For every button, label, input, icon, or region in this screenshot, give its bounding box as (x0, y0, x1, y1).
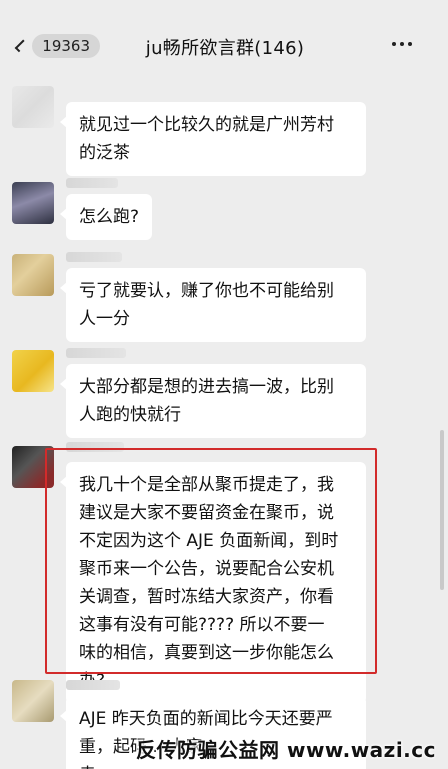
watermark: 反传防骗公益网 www.wazi.cc (136, 738, 436, 762)
avatar[interactable] (12, 350, 54, 392)
message-bubble[interactable]: 就见过一个比较久的就是广州芳村 的泛茶 (60, 102, 366, 176)
avatar[interactable] (12, 182, 54, 224)
chat-title: ju畅所欲言群(146) (145, 38, 305, 59)
avatar[interactable] (12, 254, 54, 296)
message-bubble[interactable]: 亏了就要认，赚了你也不可能给别 人一分 (60, 268, 366, 342)
chat-header: 19363 ju畅所欲言群(146) (0, 0, 448, 88)
back-button[interactable]: 19363 (10, 33, 100, 59)
message-bubble[interactable]: 大部分都是想的进去搞一波，比别 人跑的快就行 (60, 364, 366, 438)
message-bubble[interactable]: 怎么跑? (59, 194, 153, 240)
dot-icon (392, 42, 396, 46)
unread-count-badge: 19363 (32, 34, 100, 58)
dot-icon (400, 42, 404, 46)
chevron-left-icon (14, 39, 28, 53)
message-line: 人跑的快就行 (79, 405, 181, 425)
message-line: 人一分 (79, 309, 130, 329)
avatar[interactable] (12, 680, 54, 722)
message-line: 大部分都是想的进去搞一波，比别 (79, 377, 334, 397)
message-line: 就见过一个比较久的就是广州芳村 (79, 115, 334, 135)
sender-name (66, 348, 126, 358)
dot-icon (408, 42, 412, 46)
avatar[interactable] (12, 86, 54, 128)
scrollbar[interactable] (440, 430, 444, 590)
message-line: 亏了就要认，赚了你也不可能给别 (79, 281, 334, 301)
message-line: 的泛茶 (79, 143, 130, 163)
message-line: 怎么跑? (79, 207, 140, 227)
sender-name (66, 178, 118, 188)
sender-name (66, 680, 120, 690)
more-options-button[interactable] (392, 42, 412, 46)
highlight-box (45, 448, 377, 674)
sender-name (66, 252, 122, 262)
message-line: AJE 昨天负面的新闻比今天还要严 (79, 709, 333, 729)
